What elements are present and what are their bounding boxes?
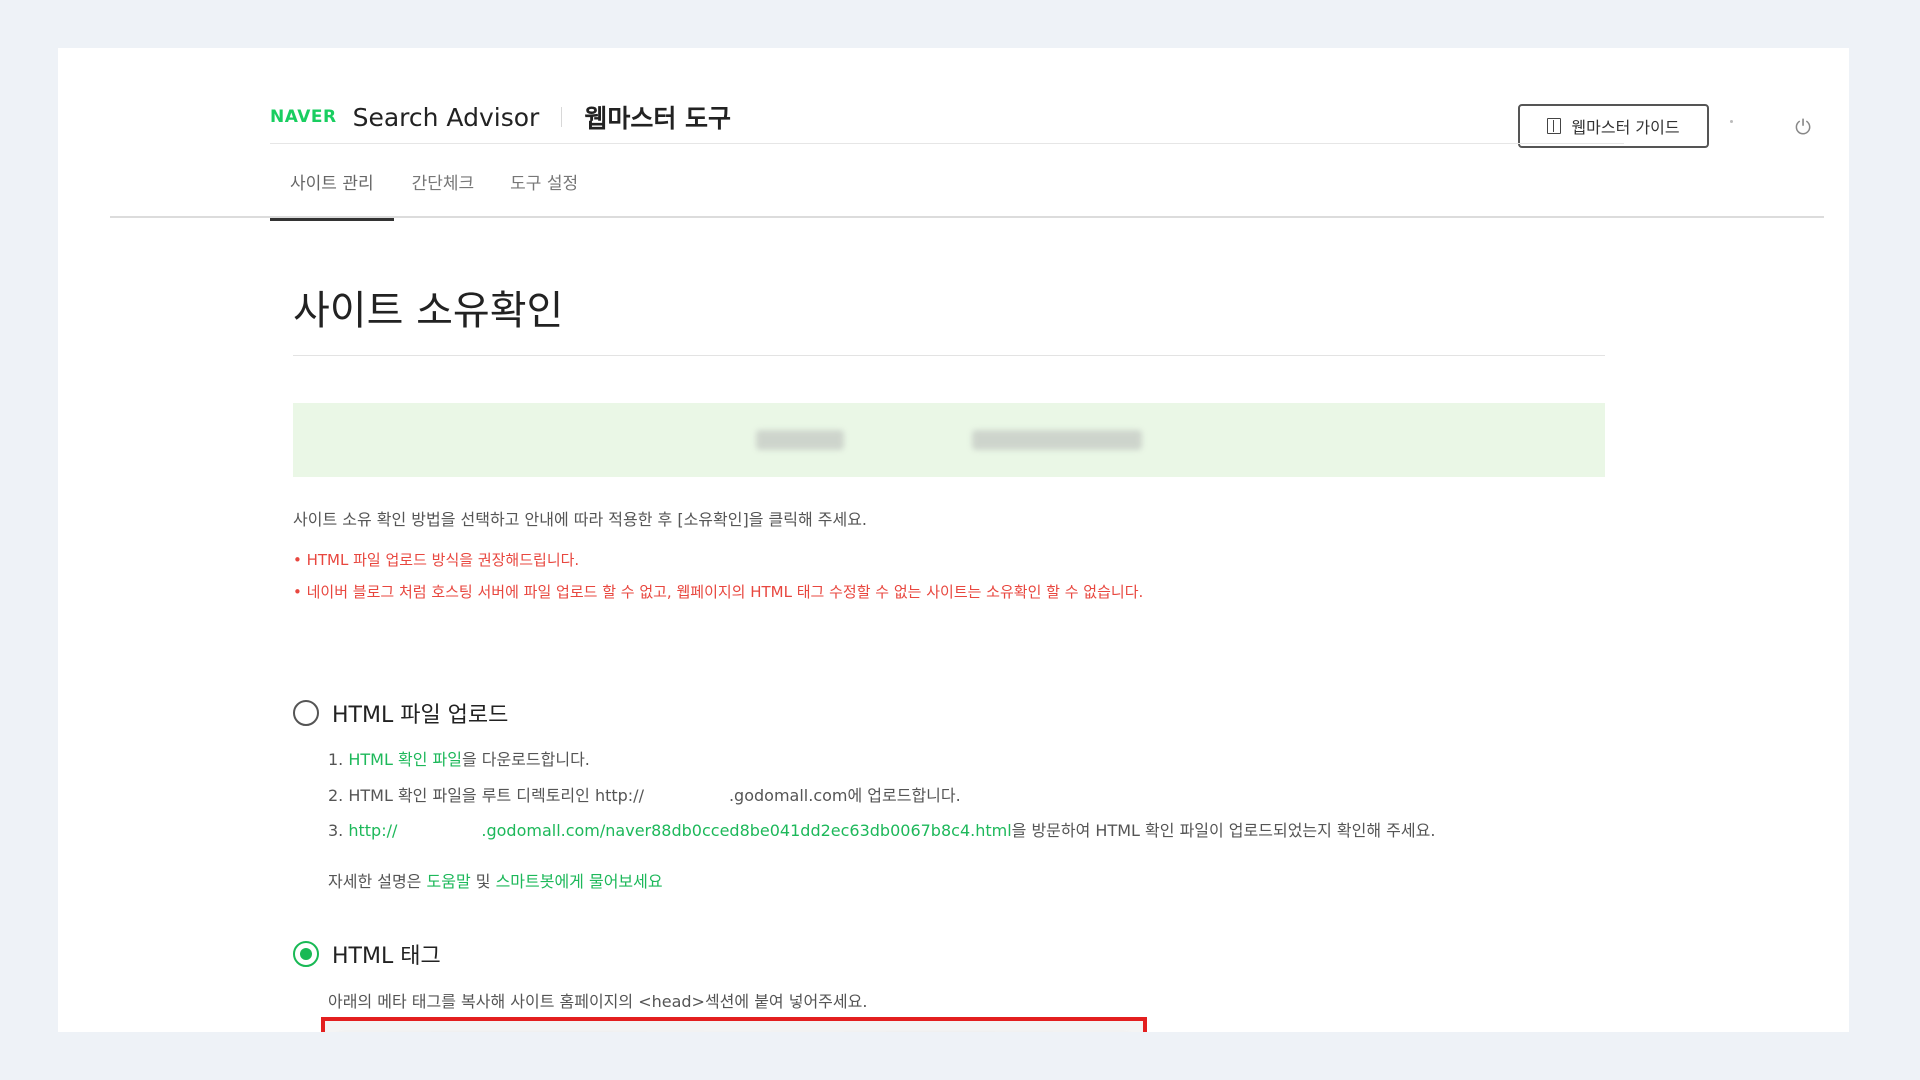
option-html-tag[interactable]: HTML 태그 <box>293 938 441 970</box>
option-label-html-tag: HTML 태그 <box>332 944 441 969</box>
verify-url-path: .godomall.com/naver88db0cced8be041dd2ec6… <box>481 821 1012 840</box>
separator-dot <box>1730 120 1733 123</box>
step-2-prefix: 2. HTML 확인 파일을 루트 디렉토리인 http:// <box>328 786 644 805</box>
verify-url-link[interactable]: http:// .godomall.com/naver88db0cced8be04… <box>348 821 1011 840</box>
tab-site-management[interactable]: 사이트 관리 <box>270 158 394 221</box>
option-html-file-upload[interactable]: HTML 파일 업로드 <box>293 697 508 729</box>
product-name: Search Advisor <box>352 102 540 132</box>
step-1-number: 1. <box>328 750 349 769</box>
brand[interactable]: NAVER Search Advisor 웹마스터 도구 <box>270 78 731 156</box>
radio-html-file[interactable] <box>293 700 319 726</box>
help-prefix: 자세한 설명은 <box>328 872 427 891</box>
guide-button-label: 웹마스터 가이드 <box>1571 118 1680 137</box>
webmaster-guide-button[interactable]: 웹마스터 가이드 <box>1518 104 1709 148</box>
title-divider <box>293 355 1605 356</box>
step-1-suffix: 을 다운로드합니다. <box>461 750 590 769</box>
tab-tool-settings[interactable]: 도구 설정 <box>492 158 596 216</box>
warning-recommend: • HTML 파일 업로드 방식을 권장해드립니다. <box>293 551 580 569</box>
help-line: 자세한 설명은 도움말 및 스마트봇에게 물어보세요 <box>328 868 663 892</box>
step-3-number: 3. <box>328 821 349 840</box>
redacted-site-domain <box>972 430 1142 450</box>
tab-bar: 사이트 관리 간단체크 도구 설정 <box>270 158 596 221</box>
page-title: 사이트 소유확인 <box>293 288 564 334</box>
option-label-html-file: HTML 파일 업로드 <box>332 703 509 728</box>
site-address-banner <box>293 403 1605 477</box>
tab-divider <box>110 216 1824 218</box>
top-header: NAVER Search Advisor 웹마스터 도구 웹마스터 가이드 ⏻ <box>270 78 1811 156</box>
tool-name: 웹마스터 도구 <box>584 104 732 133</box>
redacted-site-scheme <box>756 430 844 450</box>
meta-tag-description: 아래의 메타 태그를 복사해 사이트 홈페이지의 <head>섹션에 붙여 넣어… <box>328 992 868 1011</box>
guide-text: 사이트 소유 확인 방법을 선택하고 안내에 따라 적용한 후 [소유확인]을 … <box>293 510 867 529</box>
html-file-download-link[interactable]: HTML 확인 파일 <box>348 750 462 769</box>
step-3: 3. http:// .godomall.com/naver88db0cced8b… <box>328 817 1435 841</box>
naver-logo: NAVER <box>270 107 337 127</box>
meta-tag-field[interactable] <box>321 1017 1147 1032</box>
header-divider <box>270 143 1624 144</box>
step-1: 1. HTML 확인 파일을 다운로드합니다. <box>328 746 590 770</box>
main-card: NAVER Search Advisor 웹마스터 도구 웹마스터 가이드 ⏻ … <box>58 48 1849 1032</box>
warning-unsupported: • 네이버 블로그 처럼 호스팅 서버에 파일 업로드 할 수 없고, 웹페이지… <box>293 583 1144 601</box>
smartbot-link[interactable]: 스마트봇에게 물어보세요 <box>496 872 663 891</box>
power-icon[interactable]: ⏻ <box>1792 116 1814 138</box>
tab-simple-check[interactable]: 간단체크 <box>394 158 493 216</box>
help-mid: 및 <box>470 872 496 891</box>
brand-divider <box>561 107 563 127</box>
book-icon <box>1547 118 1562 134</box>
step-2: 2. HTML 확인 파일을 루트 디렉토리인 http:// .godomall… <box>328 782 961 806</box>
step-2-suffix: .godomall.com에 업로드합니다. <box>728 786 961 805</box>
verify-url-scheme: http:// <box>348 821 398 840</box>
step-3-suffix: 을 방문하여 HTML 확인 파일이 업로드되었는지 확인해 주세요. <box>1011 821 1436 840</box>
radio-html-tag[interactable] <box>293 941 319 967</box>
help-link[interactable]: 도움말 <box>427 872 471 891</box>
